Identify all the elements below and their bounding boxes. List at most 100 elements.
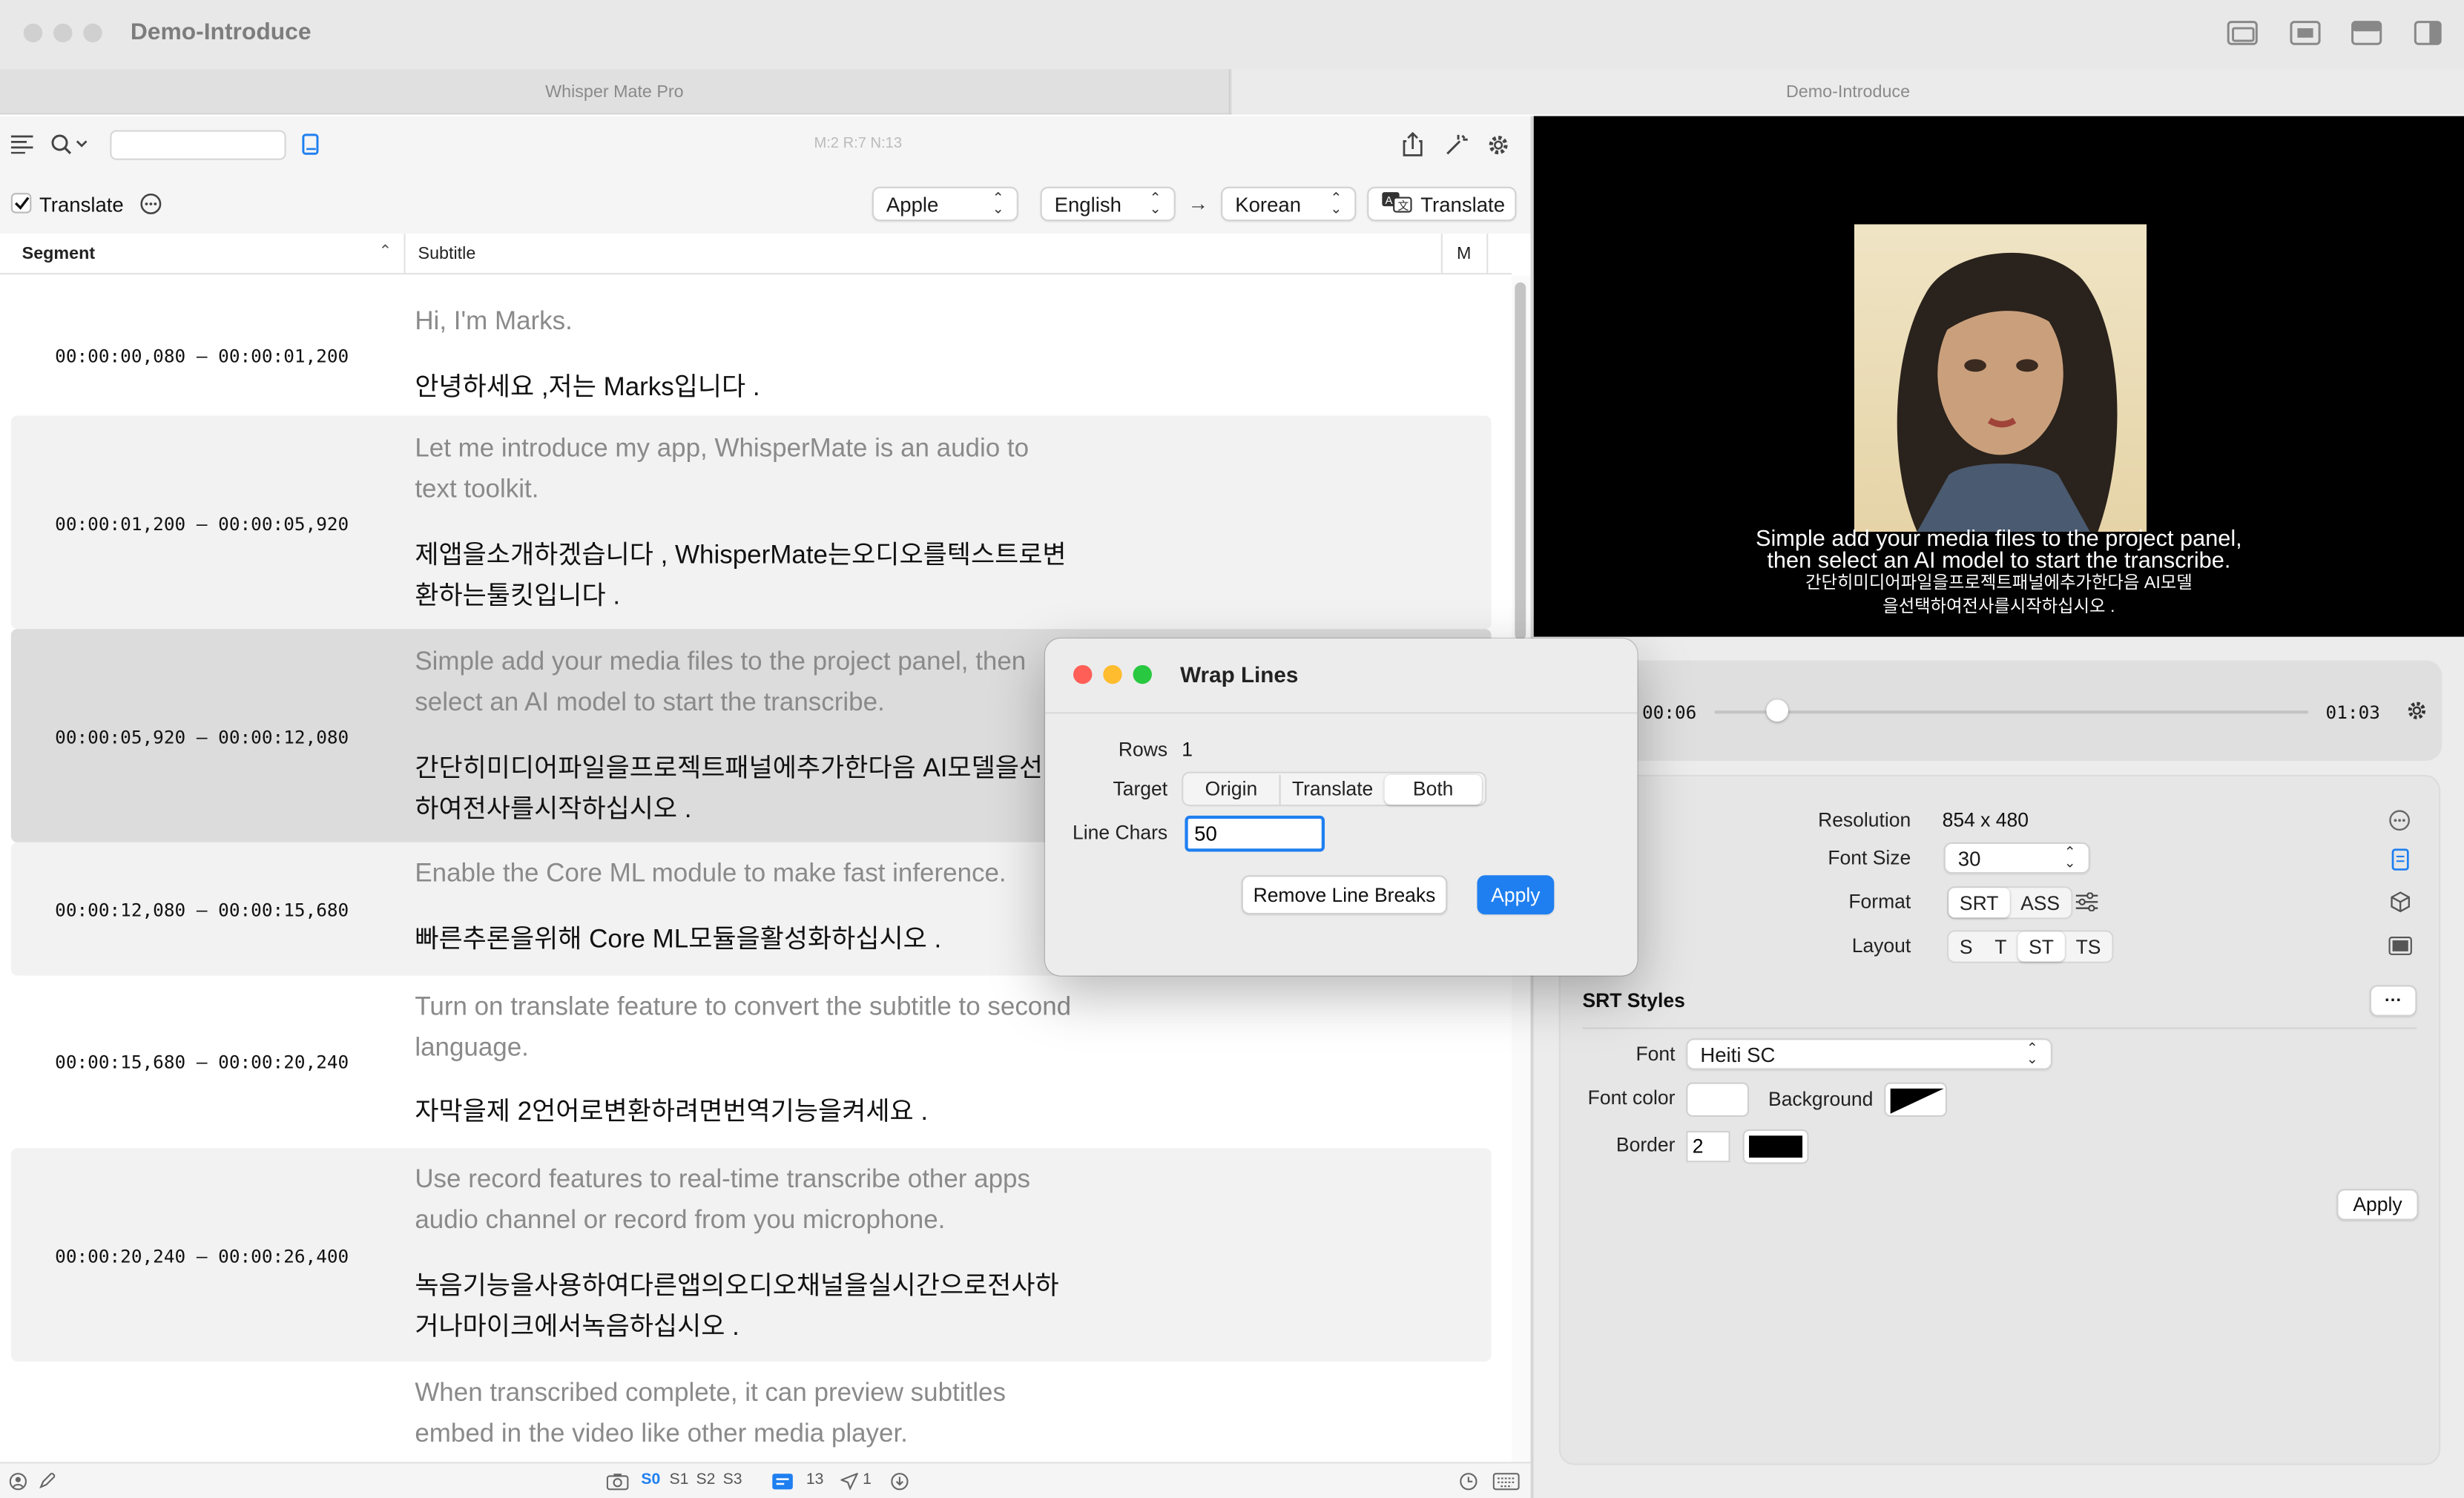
source-language-select[interactable]: English ⌃ ⌄ <box>1040 186 1176 222</box>
display-icon[interactable] <box>2387 934 2412 959</box>
dialog-minimize-button[interactable] <box>1103 664 1122 684</box>
dialog-apply-button[interactable]: Apply <box>1477 875 1555 915</box>
stream-s0[interactable]: S0 <box>641 1471 660 1488</box>
clock-icon[interactable] <box>1458 1471 1477 1490</box>
right-sidebar-icon[interactable] <box>2412 19 2443 47</box>
picture-in-picture-icon[interactable] <box>2227 19 2258 47</box>
target-option-both[interactable]: Both <box>1384 773 1482 805</box>
layout-option-st[interactable]: ST <box>2017 931 2065 962</box>
document-icon[interactable] <box>2387 847 2412 872</box>
player-settings-gear-icon[interactable] <box>2404 698 2429 723</box>
subtitle-origin[interactable]: Use record features to real-time transcr… <box>415 1161 1075 1241</box>
subtitle-translation[interactable]: 제앱을소개하겠습니다 , WhisperMate는오디오를텍스트로변환하는툴킷입… <box>415 536 1075 616</box>
chevron-updown-icon: ⌃ ⌄ <box>1330 189 1343 217</box>
dialog-zoom-button[interactable] <box>1133 664 1152 684</box>
column-header-segment[interactable]: Segment <box>22 245 95 263</box>
sliders-icon[interactable] <box>2075 889 2100 914</box>
font-family-select[interactable]: Heiti SC ⌃ ⌄ <box>1686 1038 2052 1070</box>
layout-option-t[interactable]: T <box>1983 931 2017 961</box>
format-segmented-control[interactable]: SRT ASS <box>1946 886 2073 920</box>
tab-whisper-mate-pro[interactable]: Whisper Mate Pro <box>0 69 1231 115</box>
more-circle-icon[interactable] <box>2387 808 2412 833</box>
target-segmented-control[interactable]: Origin Translate Both <box>1182 771 1487 807</box>
engine-select[interactable]: Apple ⌃ ⌄ <box>872 186 1018 222</box>
subtitle-translation[interactable]: 안녕하세요 ,저는 Marks입니다 . <box>415 369 1075 409</box>
border-color-well[interactable] <box>1742 1129 1809 1164</box>
send-icon[interactable] <box>839 1471 860 1490</box>
font-color-well[interactable] <box>1686 1082 1750 1118</box>
book-icon[interactable] <box>299 132 321 157</box>
dialog-close-button[interactable] <box>1073 664 1093 684</box>
subtitle-translation-line: 간단히미디어파일을프로젝트패널에추가한다음 AI모델 <box>1805 574 2193 593</box>
subtitle-origin[interactable]: Enable the Core ML module to make fast i… <box>415 855 1075 895</box>
column-header-subtitle[interactable]: Subtitle <box>418 245 476 263</box>
gear-icon[interactable] <box>1483 131 1512 159</box>
zoom-window-button[interactable] <box>83 23 102 43</box>
pencil-icon[interactable] <box>38 1471 56 1490</box>
table-row[interactable]: 00:00:01,200 – 00:00:05,920 Let me intro… <box>10 415 1492 630</box>
target-option-origin[interactable]: Origin <box>1183 773 1281 805</box>
search-menu-icon[interactable] <box>50 132 91 157</box>
remove-line-breaks-button[interactable]: Remove Line Breaks <box>1241 875 1448 915</box>
srt-styles-apply-button[interactable]: Apply <box>2336 1189 2419 1221</box>
font-size-select[interactable]: 30 ⌃ ⌄ <box>1943 842 2090 874</box>
subtitle-translation[interactable]: 녹음기능을사용하여다른앱의오디오채널을실시간으로전사하거나마이크에서녹음하십시오… <box>415 1267 1075 1347</box>
target-option-translate[interactable]: Translate <box>1281 774 1385 804</box>
segment-time: 00:00:15,680 – 00:00:20,240 <box>55 1051 349 1073</box>
layout-option-s[interactable]: S <box>1949 931 1983 961</box>
stream-s2[interactable]: S2 <box>696 1471 716 1488</box>
search-input[interactable] <box>110 130 286 160</box>
camera-icon[interactable] <box>605 1471 629 1490</box>
download-circle-icon[interactable] <box>889 1471 908 1490</box>
format-option-ass[interactable]: ASS <box>2009 888 2071 917</box>
line-chars-input[interactable] <box>1185 815 1325 852</box>
subtitle-translation[interactable]: 빠른추론을위해 Core ML모듈을활성화하십시오 . <box>415 921 1075 961</box>
subtitle-origin-line: then select an AI model to start the tra… <box>1767 549 2231 575</box>
subtitle-origin[interactable]: Simple add your media files to the proje… <box>415 643 1075 723</box>
table-row[interactable]: When transcribed complete, it can previe… <box>11 1362 1492 1462</box>
share-icon[interactable] <box>1400 131 1426 159</box>
seek-track[interactable] <box>1714 710 2309 714</box>
seek-slider-thumb[interactable] <box>1766 699 1788 722</box>
top-panel-icon[interactable] <box>2351 19 2382 47</box>
border-width-input[interactable] <box>1686 1131 1730 1163</box>
subtitle-origin[interactable]: When transcribed complete, it can previe… <box>415 1374 1075 1454</box>
close-window-button[interactable] <box>23 23 43 43</box>
sort-ascending-icon[interactable]: ⌃ <box>379 243 392 260</box>
background-color-well[interactable] <box>1884 1082 1947 1118</box>
toolbar: M:2 R:7 N:13 <box>0 116 1531 174</box>
magic-wand-icon[interactable] <box>1443 131 1468 159</box>
stream-s1[interactable]: S1 <box>670 1471 689 1488</box>
table-row[interactable]: 00:00:00,080 – 00:00:01,200 Hi, I'm Mark… <box>11 283 1492 416</box>
subtitle-translation[interactable]: 자막을제 2언어로변환하려면번역기능을켜세요 . <box>415 1093 1075 1133</box>
user-icon[interactable] <box>8 1471 27 1490</box>
divider <box>1582 1027 2417 1029</box>
subtitle-origin[interactable]: Turn on translate feature to convert the… <box>415 989 1075 1069</box>
srt-styles-more-button[interactable]: ··· <box>2369 985 2417 1017</box>
subtitle-translation[interactable]: 간단히미디어파일을프로젝트패널에추가한다음 AI모델을선택하여전사를시작하십시오… <box>415 750 1075 830</box>
tab-demo-introduce[interactable]: Demo-Introduce <box>1231 69 2464 115</box>
layout-segmented-control[interactable]: S T ST TS <box>1946 930 2114 963</box>
translate-button[interactable]: A 文 Translate <box>1367 186 1517 222</box>
subtitle-origin[interactable]: Let me introduce my app, WhisperMate is … <box>415 430 1075 510</box>
keyboard-icon[interactable] <box>1492 1471 1520 1490</box>
column-header-m[interactable]: M <box>1457 245 1471 263</box>
segment-time: 00:00:05,920 – 00:00:12,080 <box>55 726 349 748</box>
list-icon[interactable] <box>10 132 35 157</box>
translate-checkbox[interactable] <box>10 193 32 214</box>
target-language-select[interactable]: Korean ⌃ ⌄ <box>1221 186 1357 222</box>
table-row[interactable]: 00:00:15,680 – 00:00:20,240 Turn on tran… <box>11 976 1492 1149</box>
stream-s3[interactable]: S3 <box>723 1471 742 1488</box>
format-option-srt[interactable]: SRT <box>1949 888 2010 918</box>
table-row[interactable]: 00:00:20,240 – 00:00:26,400 Use record f… <box>10 1148 1492 1362</box>
cube-icon[interactable] <box>2387 889 2412 914</box>
center-layout-icon[interactable] <box>2290 19 2321 47</box>
layout-option-ts[interactable]: TS <box>2065 931 2112 961</box>
scrollbar-thumb[interactable] <box>1515 282 1526 640</box>
subtitle-origin[interactable]: Hi, I'm Marks. <box>415 303 1075 343</box>
more-options-icon[interactable] <box>138 191 162 215</box>
minimize-window-button[interactable] <box>53 23 73 43</box>
video-subtitle-overlay: Simple add your media files to the proje… <box>1534 528 2464 620</box>
video-preview[interactable]: Simple add your media files to the proje… <box>1533 116 2464 637</box>
subtitle-translation-line: 을선택하여전사를시작하십시오 . <box>1882 597 2115 617</box>
